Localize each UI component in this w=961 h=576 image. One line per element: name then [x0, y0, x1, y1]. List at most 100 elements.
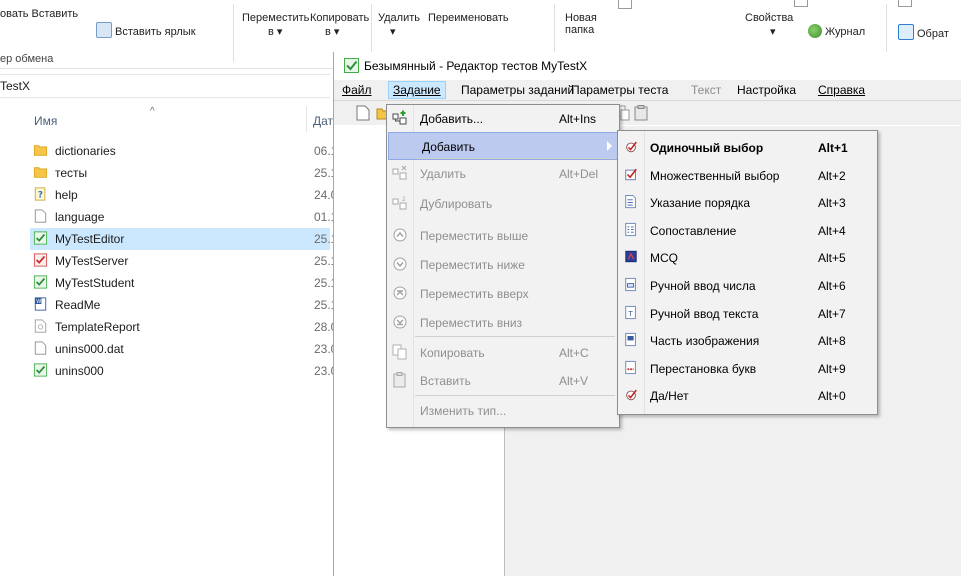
- properties-button[interactable]: Свойства: [745, 12, 793, 24]
- add-submenu-item-shortcut: Alt+8: [818, 334, 846, 349]
- mytest-editor-icon: [33, 231, 48, 245]
- add-submenu-item[interactable]: T Ручной ввод текста Alt+7: [618, 299, 877, 326]
- menu-text[interactable]: Текст: [691, 83, 721, 97]
- task-menu-item-shortcut: Alt+C: [559, 346, 589, 360]
- task-menu-item[interactable]: Добавить... Alt+Ins: [387, 105, 619, 131]
- menu-file[interactable]: Файл: [342, 83, 372, 97]
- column-date-header[interactable]: Дат: [313, 114, 333, 128]
- invert-selection-button[interactable]: Обрат: [898, 24, 949, 40]
- editor-titlebar[interactable]: Безымянный - Редактор тестов MyTestX: [334, 52, 961, 79]
- column-divider[interactable]: [306, 106, 307, 132]
- add-submenu-item[interactable]: Перестановка букв Alt+9: [618, 354, 877, 381]
- file-row[interactable]: MyTestEditor 25.1: [30, 228, 337, 250]
- move-to-label: Переместить: [242, 12, 310, 24]
- task-menu-item[interactable]: Переместить выше: [387, 222, 619, 248]
- copy-to-label: Копировать: [310, 12, 370, 24]
- file-row[interactable]: MyTestServer 25.1: [30, 250, 337, 272]
- journal-label: Журнал: [825, 26, 866, 38]
- help-file-icon: ?: [34, 187, 46, 201]
- add-submenu-item-shortcut: Alt+4: [818, 223, 846, 238]
- task-menu-item-label: Переместить вверх: [420, 287, 529, 301]
- task-menu-item[interactable]: Переместить ниже: [387, 251, 619, 277]
- file-row[interactable]: W ReadMe 25.1: [30, 294, 337, 316]
- move-to-dropdown[interactable]: в ▾: [268, 26, 282, 38]
- add-submenu-item[interactable]: Ручной ввод числа Alt+6: [618, 271, 877, 298]
- address-bar[interactable]: TestX: [0, 74, 330, 98]
- file-row[interactable]: ? help 24.0: [30, 184, 337, 206]
- menu-task[interactable]: Задание: [388, 81, 446, 99]
- folder-icon: [33, 167, 48, 178]
- task-menu-item-shortcut: Alt+Del: [559, 167, 599, 181]
- add-submenu-item[interactable]: Часть изображения Alt+8: [618, 326, 877, 353]
- new-file-icon[interactable]: [356, 105, 370, 121]
- task-menu-item-label: Изменить тип...: [420, 404, 507, 418]
- ribbon-divider: [233, 4, 234, 62]
- add-submenu-item[interactable]: Одиночный выбор Alt+1: [618, 133, 877, 160]
- task-menu-item-label: Переместить вниз: [420, 316, 523, 330]
- task-menu-item[interactable]: Переместить вверх: [387, 280, 619, 306]
- add-submenu-item-shortcut: Alt+9: [818, 361, 846, 376]
- paste-button[interactable]: овать Вставить: [0, 8, 78, 20]
- add-submenu-item[interactable]: Да/Нет Alt+0: [618, 381, 877, 408]
- add-submenu-item-label: Часть изображения: [650, 334, 760, 349]
- open-icon: [794, 0, 808, 7]
- uninstaller-icon: [33, 363, 48, 377]
- menu-separator: [415, 158, 615, 159]
- add-submenu-item[interactable]: MCQ Alt+5: [618, 243, 877, 270]
- properties-dropdown[interactable]: ▾: [770, 26, 776, 38]
- file-row[interactable]: тесты 25.1: [30, 162, 337, 184]
- task-menu-item[interactable]: Удалить Alt+Del: [387, 160, 619, 186]
- menu-settings[interactable]: Настройка: [737, 83, 796, 97]
- add-submenu-item[interactable]: Множественный выбор Alt+2: [618, 161, 877, 188]
- file-name: TemplateReport: [55, 320, 140, 334]
- journal-button[interactable]: Журнал: [808, 24, 865, 38]
- delete-dropdown[interactable]: ▾: [390, 26, 396, 38]
- menu-task-params[interactable]: Параметры заданий: [461, 83, 574, 97]
- task-menu-item[interactable]: Вставить Alt+V: [387, 367, 619, 393]
- move-up-icon: [393, 228, 407, 242]
- move-bottom-icon: [393, 315, 407, 329]
- matching-icon: [625, 222, 636, 236]
- file-row[interactable]: language 01.1: [30, 206, 337, 228]
- menu-help[interactable]: Справка: [818, 83, 865, 97]
- file-row[interactable]: TemplateReport 28.0: [30, 316, 337, 338]
- copy-to-button[interactable]: Копировать: [310, 12, 369, 24]
- new-folder-button[interactable]: Новая папка: [565, 12, 597, 36]
- folder-icon: [33, 145, 48, 156]
- paste-toolbar-icon[interactable]: [634, 105, 648, 121]
- file-row[interactable]: unins000 23.0: [30, 360, 337, 382]
- move-top-icon: [393, 286, 407, 300]
- letter-swap-icon: [625, 360, 636, 374]
- column-name-header[interactable]: Имя: [34, 114, 57, 128]
- duplicate-task-icon: 2: [392, 196, 407, 210]
- task-menu-item[interactable]: Копировать Alt+C: [387, 339, 619, 365]
- add-submenu-item[interactable]: Указание порядка Alt+3: [618, 188, 877, 215]
- task-menu-item-label: Переместить выше: [420, 229, 529, 243]
- file-row[interactable]: unins000.dat 23.0: [30, 338, 337, 360]
- add-submenu-item[interactable]: Сопоставление Alt+4: [618, 216, 877, 243]
- dat-file-icon: [34, 341, 47, 355]
- task-menu-item[interactable]: 2 Дублировать: [387, 190, 619, 216]
- rename-button[interactable]: Переименовать: [428, 12, 509, 24]
- add-submenu-item-label: Множественный выбор: [650, 168, 780, 183]
- copy-to-dropdown[interactable]: в ▾: [325, 26, 339, 38]
- task-menu-item[interactable]: Добавить: [388, 132, 618, 160]
- task-menu-item-label: Добавить: [422, 140, 476, 154]
- text-input-icon: T: [625, 305, 636, 319]
- paste-shortcut-button[interactable]: Вставить ярлык: [96, 22, 196, 38]
- move-to-button[interactable]: Переместить: [242, 12, 309, 24]
- window-title: Безымянный - Редактор тестов MyTestX: [364, 59, 588, 73]
- task-menu-item[interactable]: Изменить тип...: [387, 397, 619, 423]
- svg-text:?: ?: [38, 191, 43, 201]
- menu-test-params[interactable]: Параметры теста: [571, 83, 668, 97]
- task-menu-item[interactable]: Переместить вниз: [387, 309, 619, 335]
- svg-text:T: T: [627, 310, 633, 318]
- file-row[interactable]: dictionaries 06.1: [30, 140, 337, 162]
- menu-help-label: Справка: [818, 83, 866, 97]
- file-row[interactable]: MyTestStudent 25.1: [30, 272, 337, 294]
- menu-file-label: Файл: [342, 83, 372, 97]
- mytest-logo-icon: [344, 58, 359, 73]
- delete-button[interactable]: Удалить: [378, 12, 420, 24]
- file-name: MyTestStudent: [55, 276, 135, 290]
- add-submenu-item-shortcut: Alt+5: [818, 251, 846, 266]
